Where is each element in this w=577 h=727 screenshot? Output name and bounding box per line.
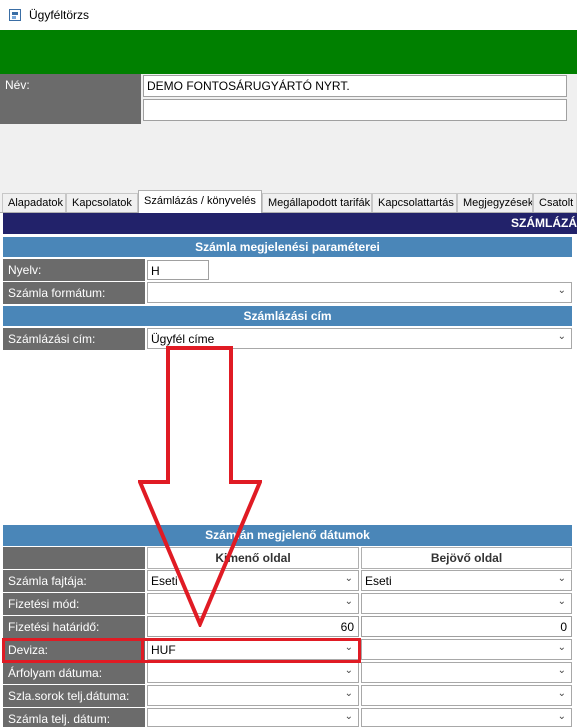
invoice-fulfillment-date-in-dropdown[interactable]: ⌄ bbox=[361, 708, 572, 727]
tab-megjegyzesek[interactable]: Megjegyzések bbox=[457, 193, 533, 212]
invoice-format-dropdown[interactable]: ⌄ bbox=[147, 282, 572, 303]
section-banner: SZÁMLÁZÁ bbox=[3, 213, 577, 234]
row-label-invoice-type: Számla fajtája: bbox=[3, 570, 145, 592]
chevron-down-icon: ⌄ bbox=[557, 596, 566, 607]
tab-megallapodott-tarifak[interactable]: Megállapodott tarifák bbox=[262, 193, 372, 212]
invoice-type-in-value: Eseti bbox=[365, 574, 392, 588]
column-header-outgoing: Kimenő oldal bbox=[147, 547, 359, 569]
chevron-down-icon: ⌄ bbox=[557, 331, 566, 342]
tab-kapcsolattartas[interactable]: Kapcsolattartás bbox=[372, 193, 457, 212]
exchange-rate-date-out-dropdown[interactable]: ⌄ bbox=[147, 662, 359, 683]
invoice-type-in-dropdown[interactable]: Eseti ⌄ bbox=[361, 570, 572, 591]
tab-szamlazas-konyveles[interactable]: Számlázás / könyvelés bbox=[138, 190, 262, 213]
tab-strip: Alapadatok Kapcsolatok Számlázás / könyv… bbox=[0, 190, 577, 213]
section-header-params: Számla megjelenési paraméterei bbox=[3, 237, 572, 257]
window-title: Ügyféltörzs bbox=[29, 8, 90, 22]
row-label-line-fulfillment-date: Szla.sorok telj.dátuma: bbox=[3, 685, 145, 707]
tab-kapcsolatok[interactable]: Kapcsolatok bbox=[66, 193, 138, 212]
chevron-down-icon: ⌄ bbox=[557, 688, 566, 699]
chevron-down-icon: ⌄ bbox=[344, 665, 353, 676]
billing-address-value: Ügyfél címe bbox=[151, 332, 215, 346]
name-field-secondary[interactable] bbox=[143, 99, 567, 121]
invoice-format-label: Számla formátum: bbox=[3, 282, 145, 304]
row-label-payment-method: Fizetési mód: bbox=[3, 593, 145, 615]
currency-in-dropdown[interactable]: ⌄ bbox=[361, 639, 572, 660]
language-field[interactable]: H bbox=[147, 260, 209, 280]
section-header-address: Számlázási cím bbox=[3, 306, 572, 326]
invoice-type-out-value: Eseti bbox=[151, 574, 178, 588]
line-fulfillment-date-out-dropdown[interactable]: ⌄ bbox=[147, 685, 359, 706]
column-header-incoming: Bejövő oldal bbox=[361, 547, 572, 569]
row-label-payment-deadline: Fizetési határidő: bbox=[3, 616, 145, 638]
chevron-down-icon: ⌄ bbox=[557, 573, 566, 584]
chevron-down-icon: ⌄ bbox=[344, 688, 353, 699]
row-label-invoice-fulfillment-date: Számla telj. dátum: bbox=[3, 708, 145, 727]
row-label-exchange-rate-date: Árfolyam dátuma: bbox=[3, 662, 145, 684]
line-fulfillment-date-in-dropdown[interactable]: ⌄ bbox=[361, 685, 572, 706]
highlight-box-currency bbox=[141, 638, 361, 663]
payment-deadline-in-field[interactable]: 0 bbox=[361, 616, 572, 637]
grid-corner bbox=[3, 547, 145, 569]
payment-method-in-dropdown[interactable]: ⌄ bbox=[361, 593, 572, 614]
payment-method-out-dropdown[interactable]: ⌄ bbox=[147, 593, 359, 614]
invoice-fulfillment-date-out-dropdown[interactable]: ⌄ bbox=[147, 708, 359, 727]
payment-deadline-out-field[interactable]: 60 bbox=[147, 616, 359, 637]
chevron-down-icon: ⌄ bbox=[557, 285, 566, 296]
chevron-down-icon: ⌄ bbox=[344, 596, 353, 607]
exchange-rate-date-in-dropdown[interactable]: ⌄ bbox=[361, 662, 572, 683]
window-titlebar: Ügyféltörzs bbox=[0, 0, 577, 30]
name-field[interactable]: DEMO FONTOSÁRUGYÁRTÓ NYRT. bbox=[143, 75, 567, 97]
app-form-icon bbox=[9, 9, 21, 21]
section-header-dates: Számlán megjelenő dátumok bbox=[3, 525, 572, 546]
name-label: Név: bbox=[0, 74, 141, 124]
billing-address-label: Számlázási cím: bbox=[3, 328, 145, 350]
chevron-down-icon: ⌄ bbox=[344, 711, 353, 722]
tab-csatolt[interactable]: Csatolt bbox=[533, 193, 577, 212]
language-label: Nyelv: bbox=[3, 259, 145, 281]
invoice-type-out-dropdown[interactable]: Eseti ⌄ bbox=[147, 570, 359, 591]
header-green-bar bbox=[0, 30, 577, 74]
tab-alapadatok[interactable]: Alapadatok bbox=[2, 193, 66, 212]
chevron-down-icon: ⌄ bbox=[557, 665, 566, 676]
billing-address-dropdown[interactable]: Ügyfél címe ⌄ bbox=[147, 328, 572, 349]
chevron-down-icon: ⌄ bbox=[557, 642, 566, 653]
chevron-down-icon: ⌄ bbox=[557, 711, 566, 722]
chevron-down-icon: ⌄ bbox=[344, 573, 353, 584]
highlight-box-label bbox=[2, 638, 145, 663]
